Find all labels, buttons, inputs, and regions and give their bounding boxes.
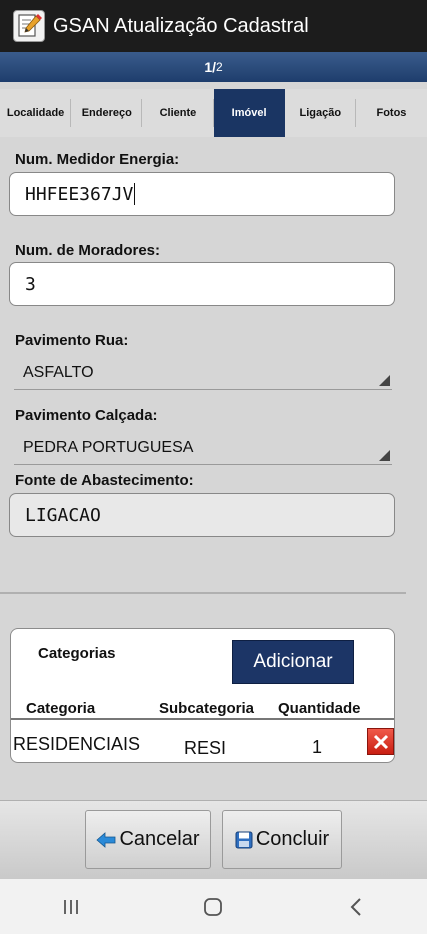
pavimento-calcada-select[interactable]: PEDRA PORTUGUESA	[14, 431, 392, 465]
app-title: GSAN Atualização Cadastral	[53, 14, 309, 37]
tab-imovel[interactable]: Imóvel	[213, 89, 285, 137]
tab-bar: Localidade Endereço Cliente Imóvel Ligaç…	[0, 89, 427, 137]
confirm-button[interactable]: Concluir	[222, 810, 342, 869]
tab-ligacao[interactable]: Ligação	[285, 89, 357, 137]
page-current: 1	[204, 59, 213, 75]
cancel-label: Cancelar	[119, 828, 200, 850]
delete-row-button[interactable]	[367, 728, 394, 755]
header-divider	[11, 718, 394, 720]
add-category-button[interactable]: Adicionar	[232, 640, 354, 684]
row-quantidade: 1	[312, 737, 323, 757]
pavimento-rua-select[interactable]: ASFALTO	[14, 356, 392, 390]
edit-icon	[13, 10, 45, 42]
system-nav-bar	[0, 879, 427, 934]
page-indicator: 1/2	[0, 52, 427, 82]
confirm-label: Concluir	[255, 828, 330, 850]
close-icon	[373, 734, 388, 749]
action-footer: Cancelar Concluir	[0, 800, 427, 879]
pavimento-rua-label: Pavimento Rua:	[15, 332, 129, 349]
header-subcategoria: Subcategoria	[159, 700, 255, 717]
row-subcategoria: RESI	[184, 738, 227, 758]
tab-fotos[interactable]: Fotos	[356, 89, 427, 137]
medidor-label: Num. Medidor Energia:	[15, 151, 180, 168]
save-icon	[235, 831, 253, 849]
header-categoria: Categoria	[26, 700, 96, 717]
medidor-input[interactable]: HHFEE367JV	[9, 172, 395, 216]
moradores-label: Num. de Moradores:	[15, 242, 161, 259]
header-quantidade: Quantidade	[278, 700, 361, 717]
fonte-label: Fonte de Abastecimento:	[15, 472, 194, 489]
pavimento-calcada-label: Pavimento Calçada:	[15, 407, 158, 424]
fonte-value: LIGACAO	[25, 504, 101, 526]
dropdown-arrow-icon	[379, 375, 390, 386]
tab-localidade[interactable]: Localidade	[0, 89, 72, 137]
pavimento-calcada-value: PEDRA PORTUGUESA	[23, 438, 194, 456]
dropdown-arrow-icon	[379, 450, 390, 461]
categorias-title: Categorias	[38, 645, 116, 662]
arrow-left-icon	[96, 831, 116, 849]
moradores-value: 3	[25, 273, 36, 295]
pavimento-rua-value: ASFALTO	[23, 363, 94, 381]
tab-endereco[interactable]: Endereço	[71, 89, 143, 137]
home-icon[interactable]	[183, 887, 243, 927]
back-icon[interactable]	[326, 887, 386, 927]
cancel-button[interactable]: Cancelar	[85, 810, 211, 869]
fonte-field: LIGACAO	[9, 493, 395, 537]
app-title-bar: GSAN Atualização Cadastral	[0, 0, 427, 52]
categorias-panel: Categorias Adicionar Categoria Subcatego…	[10, 628, 395, 763]
recent-apps-icon[interactable]	[41, 887, 101, 927]
section-divider	[0, 592, 406, 594]
page-total: 2	[216, 60, 223, 74]
tab-cliente[interactable]: Cliente	[142, 89, 214, 137]
medidor-value: HHFEE367JV	[25, 183, 134, 205]
text-cursor	[134, 183, 136, 205]
moradores-input[interactable]: 3	[9, 262, 395, 306]
row-categoria: RESIDENCIAIS	[13, 734, 141, 754]
